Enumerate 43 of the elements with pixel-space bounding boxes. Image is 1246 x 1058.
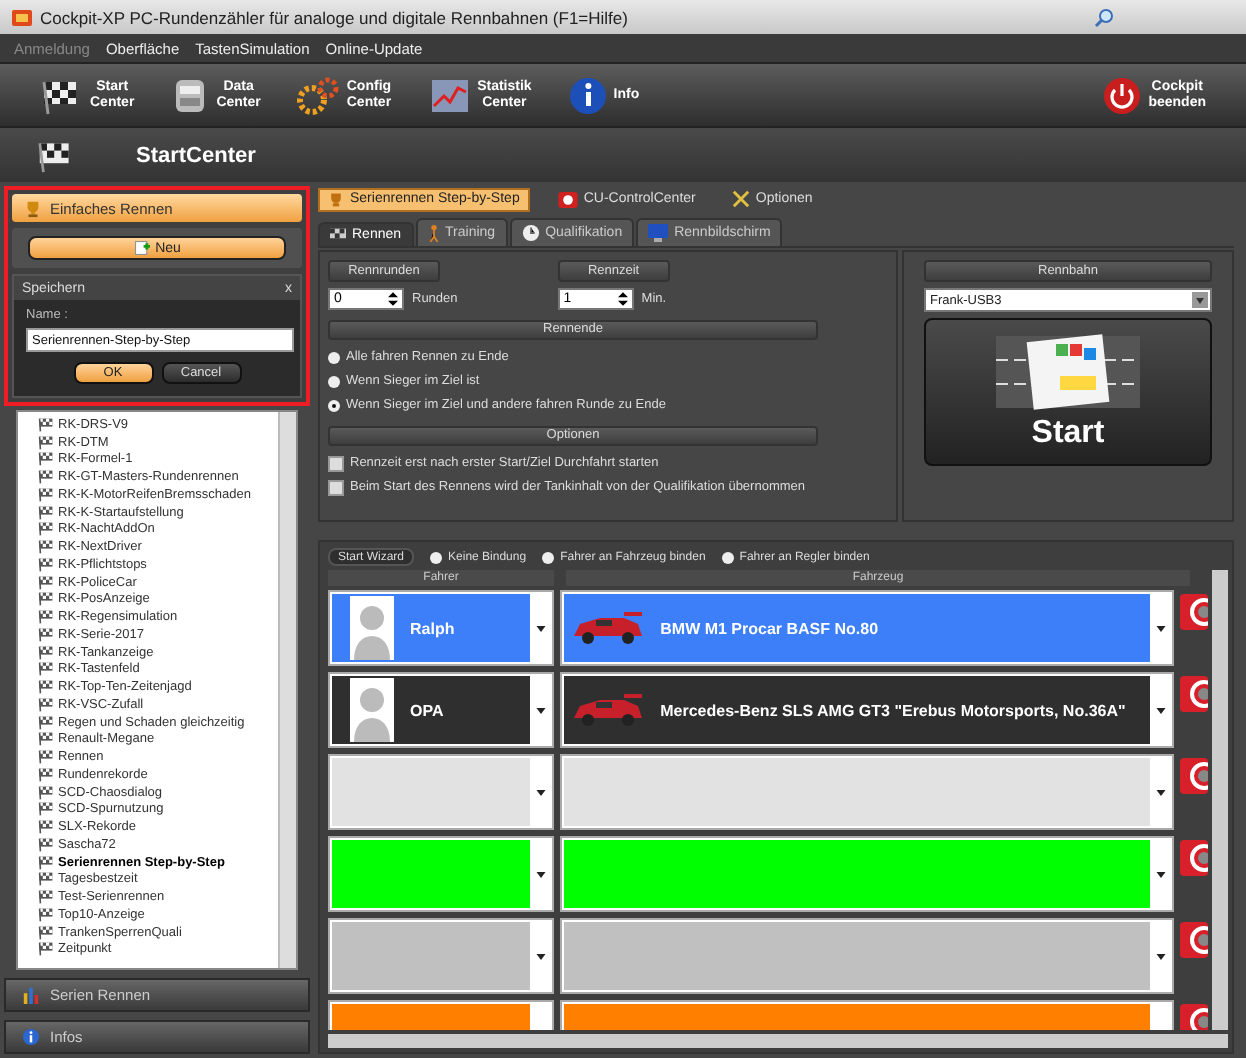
dropdown-arrow-icon[interactable]: [536, 625, 547, 631]
dropdown-arrow-icon[interactable]: [536, 871, 547, 877]
info-icon: [567, 75, 608, 115]
section-title: StartCenter: [136, 143, 256, 167]
driver-dropdown[interactable]: Ralph: [328, 590, 555, 666]
window-title: Cockpit-XP PC-Rundenzähler für analoge und digitale Rennbahnen (F1=Hilfe): [40, 7, 628, 27]
checkered-flag-icon: [330, 228, 346, 242]
trophy-icon: [24, 199, 42, 217]
monitor-icon: [648, 224, 669, 242]
add-document-icon: [133, 240, 150, 256]
dropdown-arrow-icon[interactable]: [1156, 871, 1166, 877]
start-button[interactable]: Start: [924, 318, 1212, 466]
dropdown-arrow-icon[interactable]: [536, 789, 547, 795]
scrollbar[interactable]: [1212, 570, 1228, 1030]
power-icon: [1102, 75, 1143, 115]
line-chart-icon: [427, 75, 472, 115]
clock-icon: [521, 224, 540, 242]
spin-arrows-icon[interactable]: [388, 290, 398, 308]
dropdown-arrow-icon[interactable]: [1156, 707, 1166, 713]
runner-icon: [427, 224, 440, 242]
app-logo-icon: [12, 7, 32, 27]
vehicle-dropdown[interactable]: Mercedes-Benz SLS AMG GT3 "Erebus Motorsports, No.36A": [560, 672, 1174, 748]
dropdown-arrow-icon[interactable]: [1156, 953, 1166, 959]
bar-chart-icon: [22, 986, 40, 1004]
vehicle-dropdown[interactable]: BMW M1 Procar BASF No.80: [560, 590, 1174, 666]
gears-icon: [296, 75, 341, 115]
spin-arrows-icon[interactable]: [617, 290, 628, 308]
search-icon[interactable]: [1094, 7, 1114, 27]
avatar-icon: [350, 596, 394, 660]
race-car-icon: [572, 610, 645, 646]
scrollbar[interactable]: [278, 412, 296, 968]
info-icon: [22, 1028, 40, 1046]
race-card-drawing: [996, 332, 1140, 412]
dropdown-arrow-icon[interactable]: [536, 707, 547, 713]
race-car-icon: [572, 692, 645, 728]
avatar-icon: [350, 678, 394, 742]
driver-dropdown[interactable]: OPA: [328, 672, 555, 748]
trophy-icon: [328, 191, 344, 207]
scrollbar[interactable]: [328, 1034, 1228, 1048]
dropdown-arrow-icon[interactable]: [1156, 625, 1166, 631]
dropdown-arrow-icon[interactable]: [1156, 789, 1166, 795]
dropdown-arrow-icon[interactable]: [536, 953, 547, 959]
checkered-flag-icon: [38, 417, 54, 432]
